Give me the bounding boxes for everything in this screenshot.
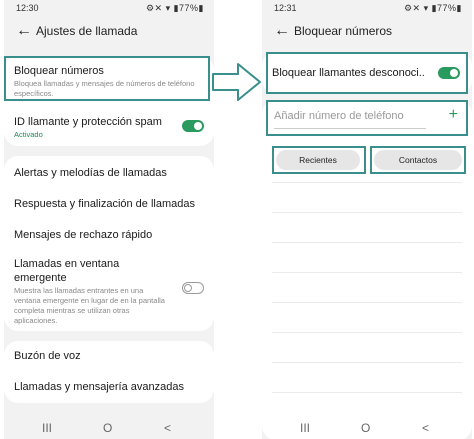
menu-item-answer-end[interactable]: Respuesta y finalización de llamadas	[14, 197, 204, 211]
menu-item-label: Llamadas y mensajería avanzadas	[14, 381, 184, 393]
popup-calls-subtitle: Muestra las llamadas entrantes en una ve…	[14, 286, 165, 325]
page-title: Ajustes de llamada	[36, 24, 138, 38]
popup-calls-title: Llamadas en ventana emergente	[14, 258, 120, 284]
page-title: Bloquear números	[294, 24, 393, 38]
menu-item-label: Alertas y melodías de llamadas	[14, 167, 167, 179]
settings-screen: 12:30 ⚙✕ ▾ ▮77%▮ ← Ajustes de llamada Bl…	[4, 0, 214, 439]
list-divider	[272, 362, 462, 363]
list-divider	[272, 182, 462, 183]
back-arrow-icon[interactable]: ←	[16, 22, 32, 40]
highlight-recents	[272, 146, 366, 174]
settings-card-more: Buzón de voz Llamadas y mensajería avanz…	[4, 341, 214, 403]
arrow-right-icon	[212, 63, 261, 101]
status-icons: ⚙✕ ▾ ▮77%▮	[145, 3, 204, 13]
home-icon[interactable]: O	[103, 421, 112, 435]
highlight-add-number	[266, 100, 468, 136]
back-arrow-icon[interactable]: ←	[274, 22, 290, 40]
back-icon[interactable]: <	[164, 421, 171, 435]
menu-item-label: Mensajes de rechazo rápido	[14, 229, 153, 241]
status-time: 12:30	[16, 3, 39, 13]
caller-id-status: Activado	[14, 130, 43, 139]
block-numbers-screen: 12:31 ⚙✕ ▾ ▮77%▮ ← Bloquear números Bloq…	[262, 0, 472, 439]
nav-bar: III O <	[4, 417, 214, 439]
caller-id-title: ID llamante y protección spam	[14, 116, 162, 128]
list-divider	[272, 212, 462, 213]
settings-card-calls: Alertas y melodías de llamadas Respuesta…	[4, 156, 214, 331]
list-divider	[272, 242, 462, 243]
list-divider	[272, 392, 462, 393]
status-bar: 12:30 ⚙✕ ▾ ▮77%▮	[4, 0, 214, 16]
menu-item-quick-reject[interactable]: Mensajes de rechazo rápido	[14, 228, 204, 242]
nav-bar: III O <	[262, 417, 472, 439]
menu-item-advanced-messaging[interactable]: Llamadas y mensajería avanzadas	[14, 380, 204, 394]
menu-item-label: Buzón de voz	[14, 350, 81, 362]
menu-item-voicemail[interactable]: Buzón de voz	[14, 349, 204, 363]
list-divider	[272, 302, 462, 303]
home-icon[interactable]: O	[361, 421, 370, 435]
back-icon[interactable]: <	[422, 421, 429, 435]
app-bar: ← Ajustes de llamada	[4, 20, 214, 44]
menu-item-alerts[interactable]: Alertas y melodías de llamadas	[14, 166, 204, 180]
app-bar: ← Bloquear números	[262, 20, 472, 44]
status-time: 12:31	[274, 3, 297, 13]
highlight-contacts	[370, 146, 466, 174]
highlight-block-unknown	[266, 52, 468, 94]
recent-apps-icon[interactable]: III	[300, 421, 310, 435]
status-icons: ⚙✕ ▾ ▮77%▮	[403, 3, 462, 13]
popup-calls-item[interactable]: Llamadas en ventana emergente Muestra la…	[14, 257, 170, 326]
list-divider	[272, 332, 462, 333]
caller-id-item[interactable]: ID llamante y protección spam Activado	[14, 115, 174, 140]
list-divider	[272, 272, 462, 273]
menu-item-label: Respuesta y finalización de llamadas	[14, 198, 195, 210]
caller-id-toggle[interactable]	[182, 120, 204, 132]
status-bar: 12:31 ⚙✕ ▾ ▮77%▮	[262, 0, 472, 16]
popup-calls-toggle[interactable]	[182, 282, 204, 294]
highlight-block-numbers	[4, 56, 210, 101]
recent-apps-icon[interactable]: III	[42, 421, 52, 435]
